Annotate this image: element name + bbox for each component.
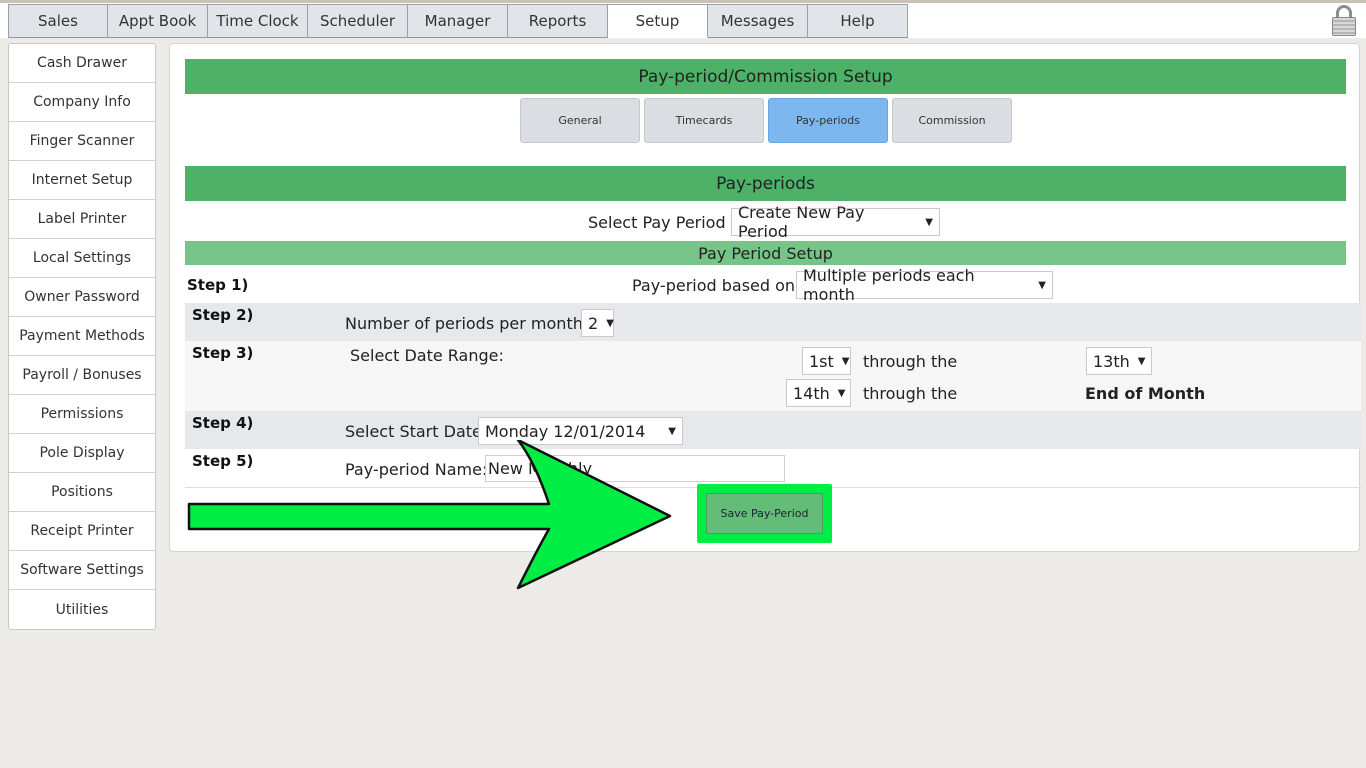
step-1-label: Step 1) [187,276,249,294]
range-1-through: through the [863,352,958,371]
tab-time-clock[interactable]: Time Clock [208,4,308,38]
sidebar-item-cash-drawer[interactable]: Cash Drawer [9,44,155,83]
sidebar-item-local-settings[interactable]: Local Settings [9,239,155,278]
setup-title: Pay Period Setup [185,241,1346,265]
step-2-label: Step 2) [192,306,254,324]
tab-manager[interactable]: Manager [408,4,508,38]
sidebar-item-finger-scanner[interactable]: Finger Scanner [9,122,155,161]
range-1-end-dropdown[interactable]: 13th ▼ [1086,347,1152,375]
save-pay-period-button[interactable]: Save Pay-Period [706,493,823,534]
range-1-start-value: 1st [809,351,834,371]
subtab-pay-periods[interactable]: Pay-periods [768,98,888,143]
sidebar-item-owner-password[interactable]: Owner Password [9,278,155,317]
pay-period-basis-dropdown[interactable]: Multiple periods each month ▼ [796,266,1053,304]
dropdown-arrow-icon: ▼ [606,317,614,329]
start-date-value: Monday 12/01/2014 [485,421,646,441]
subtabs: General Timecards Pay-periods Commission [520,98,1016,143]
tab-reports[interactable]: Reports [508,4,608,38]
step-2-text: Number of periods per month: [345,314,589,333]
lock-body [1332,17,1356,36]
tab-scheduler[interactable]: Scheduler [308,4,408,38]
pay-period-basis-value: Multiple periods each month [803,266,975,304]
sidebar-item-payment-methods[interactable]: Payment Methods [9,317,155,356]
sidebar-item-receipt-printer[interactable]: Receipt Printer [9,512,155,551]
dropdown-arrow-icon: ▼ [1137,355,1146,367]
main-tabs: Sales Appt Book Time Clock Scheduler Man… [8,4,908,38]
save-button-highlight: Save Pay-Period [697,484,832,543]
dropdown-arrow-icon: ▼ [841,355,850,367]
select-pay-period-label: Select Pay Period : [588,213,737,232]
step-3-text: Select Date Range: [350,346,504,365]
range-2-start-value: 14th [793,383,830,403]
dropdown-arrow-icon: ▼ [1038,279,1046,291]
tab-messages[interactable]: Messages [708,4,808,38]
step-4-label: Step 4) [192,414,254,432]
tab-sales[interactable]: Sales [8,4,108,38]
subtab-commission[interactable]: Commission [892,98,1012,143]
range-1-start-dropdown[interactable]: 1st ▼ [802,347,851,375]
sidebar-item-positions[interactable]: Positions [9,473,155,512]
setup-sidebar: Cash Drawer Company Info Finger Scanner … [8,43,156,630]
subtab-general[interactable]: General [520,98,640,143]
section-title: Pay-periods [185,166,1346,201]
sidebar-item-internet-setup[interactable]: Internet Setup [9,161,155,200]
step-1-text: Pay-period based on: [632,276,801,295]
sidebar-item-pole-display[interactable]: Pole Display [9,434,155,473]
sidebar-item-software-settings[interactable]: Software Settings [9,551,155,590]
range-2-start-dropdown[interactable]: 14th ▼ [786,379,851,407]
page-title: Pay-period/Commission Setup [185,59,1346,94]
lock-icon[interactable] [1331,5,1357,37]
range-2-through: through the [863,384,958,403]
sidebar-item-utilities[interactable]: Utilities [9,590,155,629]
subtab-timecards[interactable]: Timecards [644,98,764,143]
periods-per-month-value: 2 [588,313,599,333]
tab-setup[interactable]: Setup [608,4,708,38]
step-4-text: Select Start Date: [345,422,488,441]
range-1-end-value: 13th [1093,351,1130,371]
sidebar-item-label-printer[interactable]: Label Printer [9,200,155,239]
step-3-label: Step 3) [192,344,254,362]
dropdown-arrow-icon: ▼ [837,387,846,399]
dropdown-arrow-icon: ▼ [668,425,676,437]
tab-appt-book[interactable]: Appt Book [108,4,208,38]
sidebar-item-payroll-bonuses[interactable]: Payroll / Bonuses [9,356,155,395]
periods-per-month-dropdown[interactable]: 2 ▼ [581,309,614,337]
sidebar-item-permissions[interactable]: Permissions [9,395,155,434]
sidebar-item-company-info[interactable]: Company Info [9,83,155,122]
dropdown-arrow-icon: ▼ [925,216,933,228]
annotation-arrow-icon [187,440,672,590]
range-2-end: End of Month [1085,384,1206,403]
select-pay-period-dropdown[interactable]: Create New Pay Period ▼ [731,203,940,241]
tab-help[interactable]: Help [808,4,908,38]
select-pay-period-value: Create New Pay Period [738,203,865,241]
arrow-shape [187,440,672,590]
